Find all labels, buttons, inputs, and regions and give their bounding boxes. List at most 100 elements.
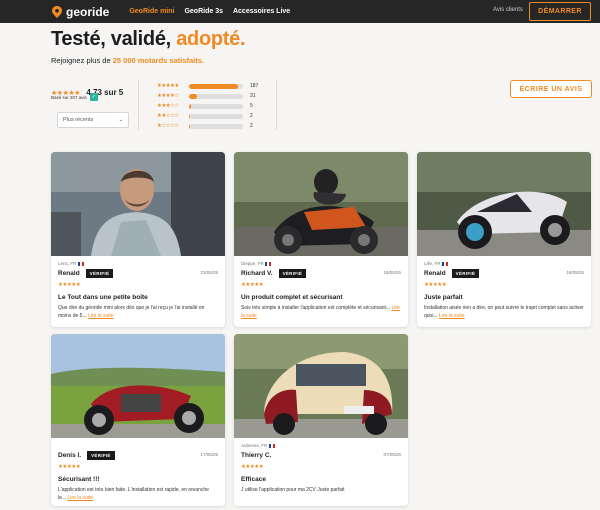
review-card[interactable]: Dieppe, FR Richard V. VÉRIFIÉ 18/05/25 ★…: [234, 152, 408, 327]
reviewer-name: Renald: [58, 269, 80, 277]
review-date: 18/05/25: [566, 270, 584, 275]
histogram-count: 31: [250, 93, 256, 99]
review-card[interactable]: Aubenas, FR Thierry C. 07/05/25 ★★★★★ Ef…: [234, 334, 408, 506]
page-subtitle: Rejoignez plus de 25 000 motards satisfa…: [51, 56, 204, 65]
review-date: 18/05/25: [383, 270, 401, 275]
review-location: Lille, FR: [424, 261, 584, 268]
france-flag-icon: [265, 261, 272, 266]
review-photo[interactable]: [51, 334, 225, 438]
location-pin-icon: [52, 5, 62, 18]
review-photo[interactable]: [234, 152, 408, 256]
histogram-count: 5: [250, 103, 253, 109]
verified-badge: VÉRIFIÉ: [87, 450, 115, 460]
read-more-link[interactable]: Lire la suite: [88, 313, 114, 319]
review-body: L'application est très bien faite. L'ins…: [58, 486, 218, 502]
review-stars: ★★★★★: [241, 464, 264, 470]
rating-histogram: ★★★★★ 187 ★★★★☆ 31 ★★★☆☆ 5 ★★☆☆☆ 2 ★☆☆☆☆…: [157, 81, 258, 131]
reviewer-name: Thierry C.: [241, 451, 272, 459]
reviewer-name: Richard V.: [241, 269, 273, 277]
review-title: Sécurisant !!!: [58, 476, 100, 483]
based-on-text: Basé sur 207 avis: [51, 94, 87, 100]
title-text: Testé, validé,: [51, 28, 177, 50]
review-photo[interactable]: [51, 152, 225, 256]
reviewer-name: Renald: [424, 269, 446, 277]
review-title: Le Tout dans une petite boîte: [58, 294, 148, 301]
subtitle-text: Rejoignez plus de: [51, 56, 113, 65]
review-title: Juste parfait: [424, 294, 463, 301]
histogram-count: 187: [250, 83, 259, 89]
review-count: Basé sur 207 avis ✓: [51, 93, 98, 101]
verified-badge: VÉRIFIÉ: [451, 268, 480, 278]
review-card[interactable]: Lille, FR Renald VÉRIFIÉ 18/05/25 ★★★★★ …: [417, 152, 591, 327]
histogram-row[interactable]: ★★☆☆☆ 2: [157, 111, 258, 121]
top-nav: georide GeoRide mini GeoRide 3s Accessoi…: [0, 0, 600, 23]
location-text: Aubenas, FR: [241, 443, 268, 448]
review-body: Installation aisée rien a dire, on peut …: [424, 304, 584, 320]
demarrer-button[interactable]: DÉMARRER: [529, 2, 591, 21]
histogram-stars: ★☆☆☆☆: [157, 123, 179, 129]
verified-check-icon: ✓: [89, 93, 98, 101]
verified-badge: VÉRIFIÉ: [278, 268, 307, 278]
divider: [276, 80, 277, 130]
histogram-stars: ★★★★★: [157, 83, 179, 89]
histogram-track: [189, 123, 243, 129]
review-location: Lens, FR: [58, 261, 218, 268]
chevron-down-icon: ⌄: [118, 117, 123, 123]
read-more-link[interactable]: Lire la suite: [67, 495, 93, 501]
histogram-row[interactable]: ★★★★☆ 31: [157, 91, 258, 101]
histogram-fill: [189, 83, 238, 89]
logo-text: georide: [66, 4, 110, 19]
review-stars: ★★★★★: [424, 282, 447, 288]
review-location: Dieppe, FR: [241, 261, 401, 268]
histogram-fill: [189, 103, 191, 109]
review-stars: ★★★★★: [58, 282, 81, 288]
write-review-button[interactable]: ÉCRIRE UN AVIS: [510, 80, 592, 98]
review-card[interactable]: Denis I. VÉRIFIÉ 17/05/25 ★★★★★ Sécurisa…: [51, 334, 225, 506]
histogram-track: [189, 93, 243, 99]
location-text: Lens, FR: [58, 261, 77, 266]
histogram-row[interactable]: ★☆☆☆☆ 2: [157, 121, 258, 131]
sort-select-value: Plus récents: [63, 117, 94, 123]
histogram-stars: ★★☆☆☆: [157, 113, 179, 119]
review-date: 07/05/25: [383, 452, 401, 457]
review-card[interactable]: Lens, FR Renald VÉRIFIÉ 23/05/25 ★★★★★ L…: [51, 152, 225, 327]
review-stars: ★★★★★: [241, 282, 264, 288]
georide-logo[interactable]: georide: [52, 5, 109, 19]
histogram-fill: [189, 113, 190, 119]
divider: [138, 80, 139, 130]
france-flag-icon: [268, 443, 275, 448]
nav-link-georide-mini[interactable]: GeoRide mini: [129, 8, 174, 15]
review-body-text: Que dire du géoride mini alors dès que j…: [58, 305, 205, 319]
france-flag-icon: [441, 261, 448, 266]
location-text: Lille, FR: [424, 261, 441, 266]
review-body-text: Sois très simple à installer l'applicati…: [241, 305, 391, 311]
nav-link-accessoires-live[interactable]: Accessoires Live: [233, 8, 290, 15]
histogram-stars: ★★★★☆: [157, 93, 179, 99]
histogram-fill: [189, 123, 190, 129]
histogram-track: [189, 103, 243, 109]
nav-link-georide-3s[interactable]: GeoRide 3s: [184, 8, 223, 15]
histogram-row[interactable]: ★★★★★ 187: [157, 81, 258, 91]
histogram-count: 2: [250, 113, 253, 119]
verified-badge: VÉRIFIÉ: [85, 268, 114, 278]
review-body: J utilise l'application pour ma 2CV Just…: [241, 487, 345, 493]
review-stars: ★★★★★: [58, 464, 81, 470]
review-photo[interactable]: [417, 152, 591, 256]
review-date: 17/05/25: [200, 452, 218, 457]
histogram-row[interactable]: ★★★☆☆ 5: [157, 101, 258, 111]
histogram-count: 2: [250, 123, 253, 129]
france-flag-icon: [77, 261, 84, 266]
review-title: Un produit complet et sécurisant: [241, 294, 343, 301]
nav-link-avis-clients[interactable]: Avis clients: [493, 7, 523, 13]
review-date: 23/05/25: [200, 270, 218, 275]
histogram-stars: ★★★☆☆: [157, 103, 179, 109]
review-title: Efficace: [241, 476, 266, 483]
reviewer-name: Denis I.: [58, 451, 82, 459]
sort-select[interactable]: Plus récents ⌄: [57, 112, 129, 128]
read-more-link[interactable]: Lire la suite: [439, 313, 465, 319]
review-photo[interactable]: [234, 334, 408, 438]
histogram-fill: [189, 93, 198, 99]
title-highlight: adopté.: [176, 28, 246, 50]
review-location: [58, 443, 218, 450]
review-location: Aubenas, FR: [241, 443, 401, 450]
